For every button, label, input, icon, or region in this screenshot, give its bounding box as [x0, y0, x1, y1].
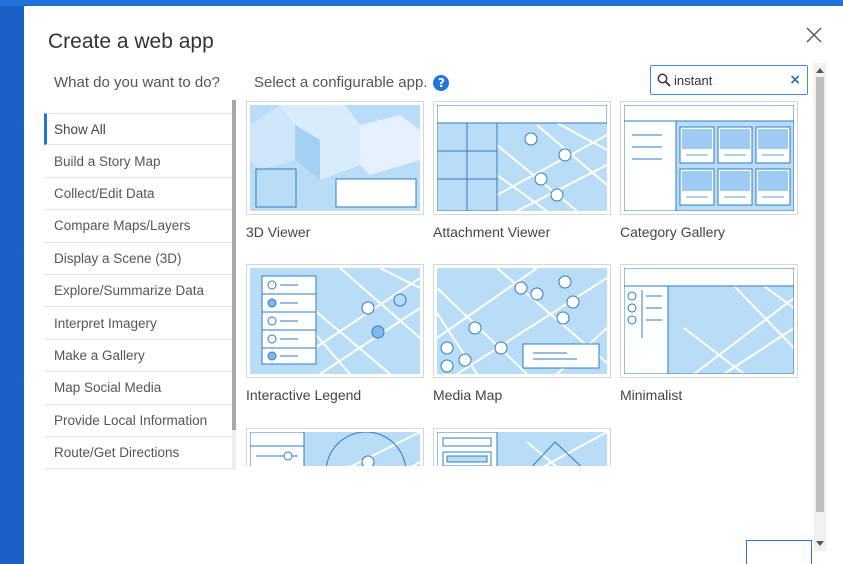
category-item-collect-edit[interactable]: Collect/Edit Data — [44, 178, 232, 211]
category-label: Interpret Imagery — [54, 315, 157, 331]
category-item-imagery[interactable]: Interpret Imagery — [44, 307, 232, 340]
dialog-title: Create a web app — [48, 30, 214, 53]
minimalist-thumbnail-icon — [624, 268, 794, 374]
dialog-scrollbar[interactable] — [814, 63, 826, 551]
app-thumbnail-icon — [250, 432, 420, 466]
category-item-gallery[interactable]: Make a Gallery — [44, 340, 232, 373]
category-label: Make a Gallery — [54, 347, 145, 363]
app-thumbnail-icon — [437, 432, 607, 466]
category-list: Show All Build a Story Map Collect/Edit … — [44, 113, 232, 469]
category-label: Show All — [54, 121, 106, 137]
app-name: 3D Viewer — [246, 224, 311, 240]
app-name: Attachment Viewer — [433, 224, 551, 240]
attachment-viewer-thumbnail-icon — [437, 105, 607, 211]
category-label: Build a Story Map — [54, 153, 161, 169]
app-card-3d-viewer[interactable]: 3D Viewer — [246, 101, 424, 240]
category-item-directions[interactable]: Route/Get Directions — [44, 437, 232, 469]
app-name: Category Gallery — [620, 224, 726, 240]
close-icon[interactable] — [805, 26, 823, 44]
search-icon — [657, 73, 671, 87]
apps-heading: Select a configurable app. ? — [254, 74, 450, 91]
app-thumbnail — [433, 264, 611, 378]
category-item-explore-data[interactable]: Explore/Summarize Data — [44, 275, 232, 308]
app-thumbnail — [246, 428, 424, 466]
app-name: Media Map — [433, 387, 503, 403]
interactive-legend-thumbnail-icon — [250, 268, 420, 374]
category-item-social-media[interactable]: Map Social Media — [44, 372, 232, 405]
app-thumbnail — [620, 101, 798, 215]
app-card-media-map[interactable]: Media Map — [433, 264, 611, 403]
category-heading: What do you want to do? — [54, 74, 220, 91]
category-item-story-map[interactable]: Build a Story Map — [44, 145, 232, 178]
apps-heading-text: Select a configurable app. — [254, 74, 428, 91]
dialog-footer-button[interactable] — [746, 540, 812, 564]
app-card-partial-1[interactable] — [246, 428, 424, 466]
category-scrollbar-thumb[interactable] — [232, 100, 236, 430]
3d-viewer-thumbnail-icon — [250, 105, 420, 211]
app-grid: 3D Viewer Attachment Viewer Category Gal… — [246, 101, 804, 466]
scroll-down-icon[interactable] — [816, 541, 824, 546]
question-circle-icon[interactable]: ? — [433, 74, 450, 91]
app-thumbnail — [433, 101, 611, 215]
category-item-show-all[interactable]: Show All — [44, 113, 232, 146]
category-item-compare-maps[interactable]: Compare Maps/Layers — [44, 210, 232, 243]
app-card-minimalist[interactable]: Minimalist — [620, 264, 798, 403]
category-item-display-scene[interactable]: Display a Scene (3D) — [44, 243, 232, 275]
scroll-up-icon[interactable] — [816, 68, 824, 73]
category-label: Map Social Media — [54, 380, 162, 396]
app-thumbnail — [246, 101, 424, 215]
media-map-thumbnail-icon — [437, 268, 607, 374]
app-card-attachment-viewer[interactable]: Attachment Viewer — [433, 101, 611, 240]
search-input[interactable] — [674, 72, 784, 88]
dialog-scrollbar-thumb[interactable] — [816, 77, 824, 512]
app-thumbnail — [433, 428, 611, 466]
category-label: Route/Get Directions — [54, 445, 180, 461]
search-field[interactable]: × — [650, 65, 808, 95]
app-thumbnail — [620, 264, 798, 378]
app-thumbnail — [246, 264, 424, 378]
app-name: Interactive Legend — [246, 387, 362, 403]
app-card-category-gallery[interactable]: Category Gallery — [620, 101, 798, 240]
category-label: Explore/Summarize Data — [54, 283, 205, 299]
app-card-interactive-legend[interactable]: Interactive Legend — [246, 264, 424, 403]
category-scrollbar[interactable] — [232, 100, 236, 470]
category-gallery-thumbnail-icon — [624, 105, 794, 211]
category-label: Display a Scene (3D) — [54, 250, 182, 266]
app-card-partial-2[interactable] — [433, 428, 611, 466]
category-label: Collect/Edit Data — [54, 185, 155, 201]
category-label: Provide Local Information — [54, 412, 208, 428]
app-name: Minimalist — [620, 387, 683, 403]
category-item-local-info[interactable]: Provide Local Information — [44, 405, 232, 437]
category-label: Compare Maps/Layers — [54, 218, 191, 234]
clear-search-icon[interactable]: × — [789, 73, 801, 87]
create-web-app-dialog: Create a web app What do you want to do?… — [24, 6, 843, 564]
